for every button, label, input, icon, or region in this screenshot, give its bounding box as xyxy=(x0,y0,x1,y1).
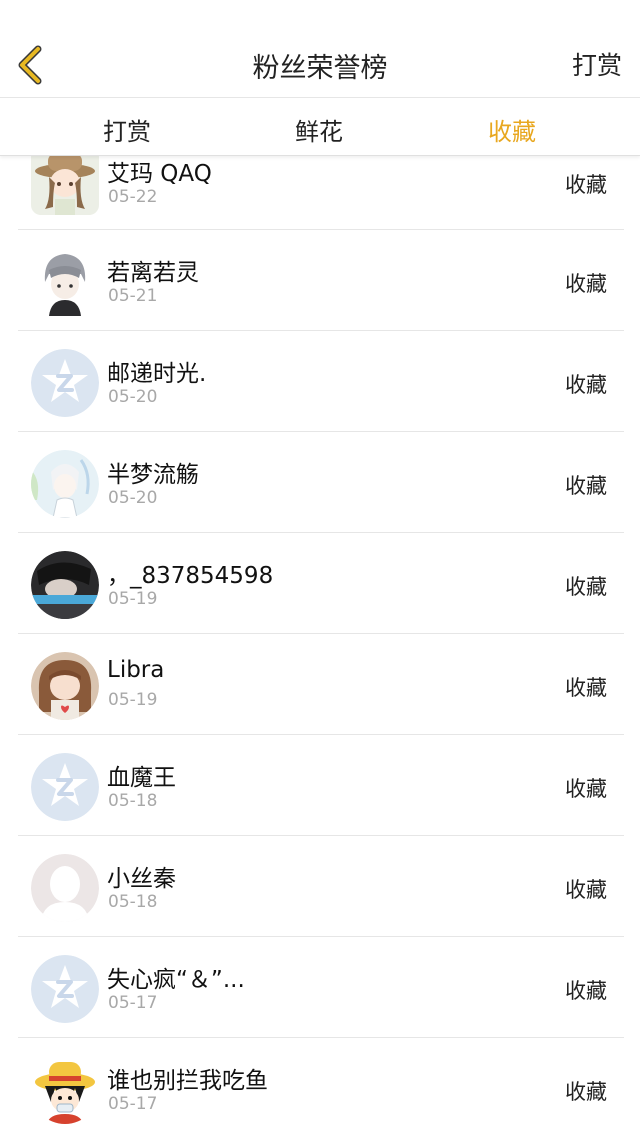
fan-name: 半梦流觞 xyxy=(107,462,199,488)
list-item[interactable]: ，_837854598 05-19 收藏 xyxy=(0,534,640,634)
divider xyxy=(18,330,624,331)
list-item[interactable]: 若离若灵 05-21 收藏 xyxy=(0,231,640,331)
fan-name: 血魔王 xyxy=(107,765,176,791)
fan-name: 艾玛 QAQ xyxy=(107,161,212,187)
avatar xyxy=(31,1056,99,1124)
avatar xyxy=(31,955,99,1023)
page-title: 粉丝荣誉榜 xyxy=(252,53,388,84)
fan-date: 05-18 xyxy=(108,791,158,811)
divider xyxy=(18,532,624,533)
fan-date: 05-20 xyxy=(108,488,158,508)
navigation-bar: 粉丝荣誉榜 打赏 xyxy=(0,0,640,98)
favorite-label: 收藏 xyxy=(565,979,607,1003)
avatar xyxy=(31,551,99,619)
fan-name: 若离若灵 xyxy=(107,260,199,286)
favorite-label: 收藏 xyxy=(565,575,607,599)
fan-date: 05-17 xyxy=(108,993,158,1013)
favorite-label: 收藏 xyxy=(565,474,607,498)
reward-button[interactable]: 打赏 xyxy=(572,46,622,82)
fan-date: 05-21 xyxy=(108,286,158,306)
fan-date: 05-22 xyxy=(108,187,158,207)
divider xyxy=(18,936,624,937)
tab-flowers[interactable]: 鲜花 xyxy=(295,112,343,147)
favorite-label: 收藏 xyxy=(565,373,607,397)
fan-name: 邮递时光. xyxy=(107,361,207,387)
list-item[interactable]: 邮递时光. 05-20 收藏 xyxy=(0,332,640,432)
list-item[interactable]: 失心疯“＆”... 05-17 收藏 xyxy=(0,938,640,1038)
favorite-label: 收藏 xyxy=(565,777,607,801)
fan-date: 05-19 xyxy=(108,690,158,710)
favorite-label: 收藏 xyxy=(565,272,607,296)
avatar xyxy=(31,349,99,417)
favorite-label: 收藏 xyxy=(565,878,607,902)
list-item[interactable]: 血魔王 05-18 收藏 xyxy=(0,736,640,836)
avatar xyxy=(31,753,99,821)
fan-date: 05-18 xyxy=(108,892,158,912)
avatar xyxy=(31,450,99,518)
favorite-label: 收藏 xyxy=(565,1080,607,1104)
divider xyxy=(18,1037,624,1038)
tab-reward[interactable]: 打赏 xyxy=(103,112,151,147)
fan-name: Libra xyxy=(107,657,165,683)
list-item[interactable]: 小丝秦 05-18 收藏 xyxy=(0,837,640,937)
avatar xyxy=(31,147,99,215)
list-item[interactable]: 谁也别拦我吃鱼 05-17 收藏 xyxy=(0,1039,640,1138)
divider xyxy=(18,229,624,230)
list-item[interactable]: 半梦流觞 05-20 收藏 xyxy=(0,433,640,533)
fan-list[interactable]: 艾玛 QAQ 05-22 收藏 若离若灵 05-21 收藏 邮递时光. 05-2… xyxy=(0,130,640,1138)
tab-favorites[interactable]: 收藏 xyxy=(488,112,536,147)
fan-date: 05-17 xyxy=(108,1094,158,1114)
tab-bar: 打赏 鲜花 收藏 xyxy=(0,98,640,156)
fan-name: 谁也别拦我吃鱼 xyxy=(107,1068,268,1094)
favorite-label: 收藏 xyxy=(565,173,607,197)
fan-date: 05-20 xyxy=(108,387,158,407)
divider xyxy=(18,835,624,836)
list-item[interactable]: Libra 05-19 收藏 xyxy=(0,635,640,735)
divider xyxy=(18,431,624,432)
favorite-label: 收藏 xyxy=(565,676,607,700)
avatar xyxy=(31,248,99,316)
avatar xyxy=(31,652,99,720)
fan-name: 小丝秦 xyxy=(107,866,176,892)
avatar xyxy=(31,854,99,922)
fan-date: 05-19 xyxy=(108,589,158,609)
fan-name: ，_837854598 xyxy=(107,563,274,589)
fan-name: 失心疯“＆”... xyxy=(107,967,245,993)
divider xyxy=(18,734,624,735)
divider xyxy=(18,633,624,634)
